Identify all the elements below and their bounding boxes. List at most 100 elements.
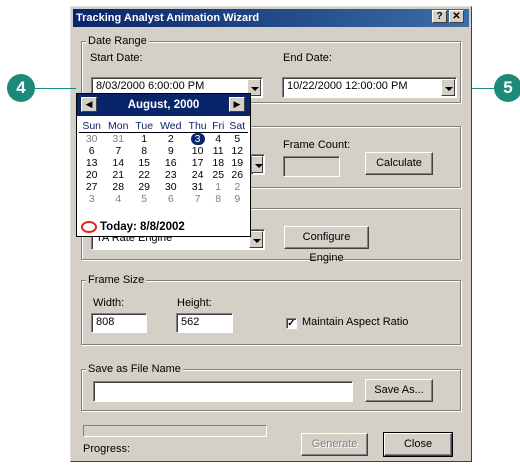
width-label: Width: xyxy=(93,297,125,309)
calendar-day[interactable]: 30 xyxy=(156,181,185,193)
calendar-day[interactable]: 7 xyxy=(104,145,132,157)
calendar-day[interactable]: 2 xyxy=(227,181,248,193)
frame-count-label: Frame Count: xyxy=(283,139,351,151)
calendar-day[interactable]: 5 xyxy=(227,133,248,145)
calendar-day[interactable]: 31 xyxy=(185,181,210,193)
calendar-week-row: 30 31 1 2 3 4 5 xyxy=(79,133,248,145)
generate-button[interactable]: Generate xyxy=(301,433,368,456)
end-date-value: 10/22/2000 12:00:00 PM xyxy=(287,80,408,92)
today-row[interactable]: Today: 8/8/2002 xyxy=(81,221,185,233)
calendar-day[interactable]: 7 xyxy=(185,193,210,205)
calendar-day[interactable]: 10 xyxy=(185,145,210,157)
calendar-day[interactable]: 19 xyxy=(227,157,248,169)
calendar-day[interactable]: 20 xyxy=(79,169,104,181)
calendar-day[interactable]: 17 xyxy=(185,157,210,169)
calculate-button[interactable]: Calculate xyxy=(365,152,433,175)
close-window-button[interactable]: ✕ xyxy=(449,10,464,23)
start-date-value: 8/03/2000 6:00:00 PM xyxy=(96,80,205,92)
callout-4-leader xyxy=(34,88,76,89)
calendar-day[interactable]: 25 xyxy=(210,169,227,181)
callout-5-leader xyxy=(472,88,494,89)
calendar-day[interactable]: 4 xyxy=(210,133,227,145)
width-field[interactable]: 808 xyxy=(91,313,147,333)
today-label: Today: 8/8/2002 xyxy=(100,221,185,234)
progress-label: Progress: xyxy=(83,443,131,455)
calendar-day[interactable]: 24 xyxy=(185,169,210,181)
window-title: Tracking Analyst Animation Wizard xyxy=(76,12,260,24)
calendar-day-selected[interactable]: 3 xyxy=(185,133,210,145)
weekday-header: Fri xyxy=(209,119,227,133)
date-range-label: Date Range xyxy=(86,35,149,47)
calendar-day[interactable]: 27 xyxy=(79,181,104,193)
calendar-day[interactable]: 29 xyxy=(132,181,156,193)
calendar-day[interactable]: 26 xyxy=(227,169,248,181)
calendar-day[interactable]: 11 xyxy=(210,145,227,157)
calendar-day[interactable]: 3 xyxy=(79,193,104,205)
weekday-header: Wed xyxy=(156,119,186,133)
calendar-day[interactable]: 30 xyxy=(79,133,104,145)
weekday-header: Tue xyxy=(132,119,157,133)
calendar-day[interactable]: 13 xyxy=(79,157,104,169)
weekday-header: Sat xyxy=(226,119,248,133)
weekday-header: Mon xyxy=(104,119,133,133)
calendar-day[interactable]: 2 xyxy=(156,133,185,145)
calendar-day[interactable]: 15 xyxy=(132,157,156,169)
calendar-day[interactable]: 31 xyxy=(104,133,132,145)
calendar-day[interactable]: 28 xyxy=(104,181,132,193)
calendar-day[interactable]: 8 xyxy=(132,145,156,157)
save-as-button[interactable]: Save As... xyxy=(365,379,433,402)
calendar-day[interactable]: 9 xyxy=(156,145,185,157)
progress-bar xyxy=(83,425,267,437)
end-date-dropdown-button[interactable] xyxy=(441,79,455,96)
today-circle-icon xyxy=(81,221,97,233)
calendar-day[interactable]: 6 xyxy=(156,193,185,205)
close-button[interactable]: Close xyxy=(383,432,453,457)
maintain-aspect-label: Maintain Aspect Ratio xyxy=(302,316,409,328)
weekday-header: Thu xyxy=(185,119,210,133)
height-field[interactable]: 562 xyxy=(176,313,233,333)
title-bar: Tracking Analyst Animation Wizard xyxy=(73,9,469,27)
calendar-week-row: 13 14 15 16 17 18 19 xyxy=(79,157,248,169)
calendar-day[interactable]: 6 xyxy=(79,145,104,157)
calendar-day[interactable]: 22 xyxy=(132,169,156,181)
calendar-day[interactable]: 21 xyxy=(104,169,132,181)
calendar-header: August, 2000 xyxy=(77,94,250,116)
callout-5-badge: 5 xyxy=(494,74,520,102)
end-date-field[interactable]: 10/22/2000 12:00:00 PM xyxy=(282,77,457,98)
calendar-month-label: August, 2000 xyxy=(127,99,200,111)
maintain-aspect-checkbox[interactable]: ✓ xyxy=(286,318,297,329)
frames-dropdown-field[interactable] xyxy=(251,154,265,175)
weekday-header: Sun xyxy=(79,119,105,133)
frame-size-label: Frame Size xyxy=(86,274,147,286)
save-file-label: Save as File Name xyxy=(86,363,183,375)
calendar-day[interactable]: 1 xyxy=(132,133,156,145)
calendar-day[interactable]: 14 xyxy=(104,157,132,169)
calendar-week-row: 20 21 22 23 24 25 26 xyxy=(79,169,248,181)
calendar-popup: August, 2000 ◀ ▶ Sun Mon Tue Wed Thu Fri Sat 3… xyxy=(76,93,251,237)
calendar-day[interactable]: 23 xyxy=(156,169,185,181)
save-file-field[interactable] xyxy=(93,381,353,402)
end-date-label: End Date: xyxy=(283,52,332,64)
frame-count-field[interactable] xyxy=(283,156,340,177)
next-month-button[interactable]: ▶ xyxy=(229,97,245,112)
engine-dropdown-button[interactable] xyxy=(249,231,263,248)
calendar-day[interactable]: 8 xyxy=(210,193,227,205)
callout-4-badge: 4 xyxy=(7,74,35,102)
help-button[interactable]: ? xyxy=(432,10,447,23)
calendar-week-row: 27 28 29 30 31 1 2 xyxy=(79,181,248,193)
calendar-week-row: 3456789 xyxy=(79,193,248,205)
calendar-grid: Sun Mon Tue Wed Thu Fri Sat 30 31 1 2 3 4 5 6 7 8 9 10 11 1… xyxy=(79,119,248,205)
configure-engine-button[interactable]: Configure Engine xyxy=(284,226,369,264)
calendar-day[interactable]: 1 xyxy=(210,181,227,193)
calendar-day[interactable]: 18 xyxy=(210,157,227,169)
calendar-day[interactable]: 5 xyxy=(132,193,156,205)
calendar-day[interactable]: 9 xyxy=(227,193,248,205)
height-label: Height: xyxy=(177,297,212,309)
calendar-week-row: 6 7 8 9 10 11 12 xyxy=(79,145,248,157)
calendar-day[interactable]: 4 xyxy=(104,193,132,205)
prev-month-button[interactable]: ◀ xyxy=(81,97,97,112)
start-date-label: Start Date: xyxy=(90,52,143,64)
frames-dropdown-button[interactable] xyxy=(252,156,263,173)
calendar-day[interactable]: 16 xyxy=(156,157,185,169)
calendar-day[interactable]: 12 xyxy=(227,145,248,157)
